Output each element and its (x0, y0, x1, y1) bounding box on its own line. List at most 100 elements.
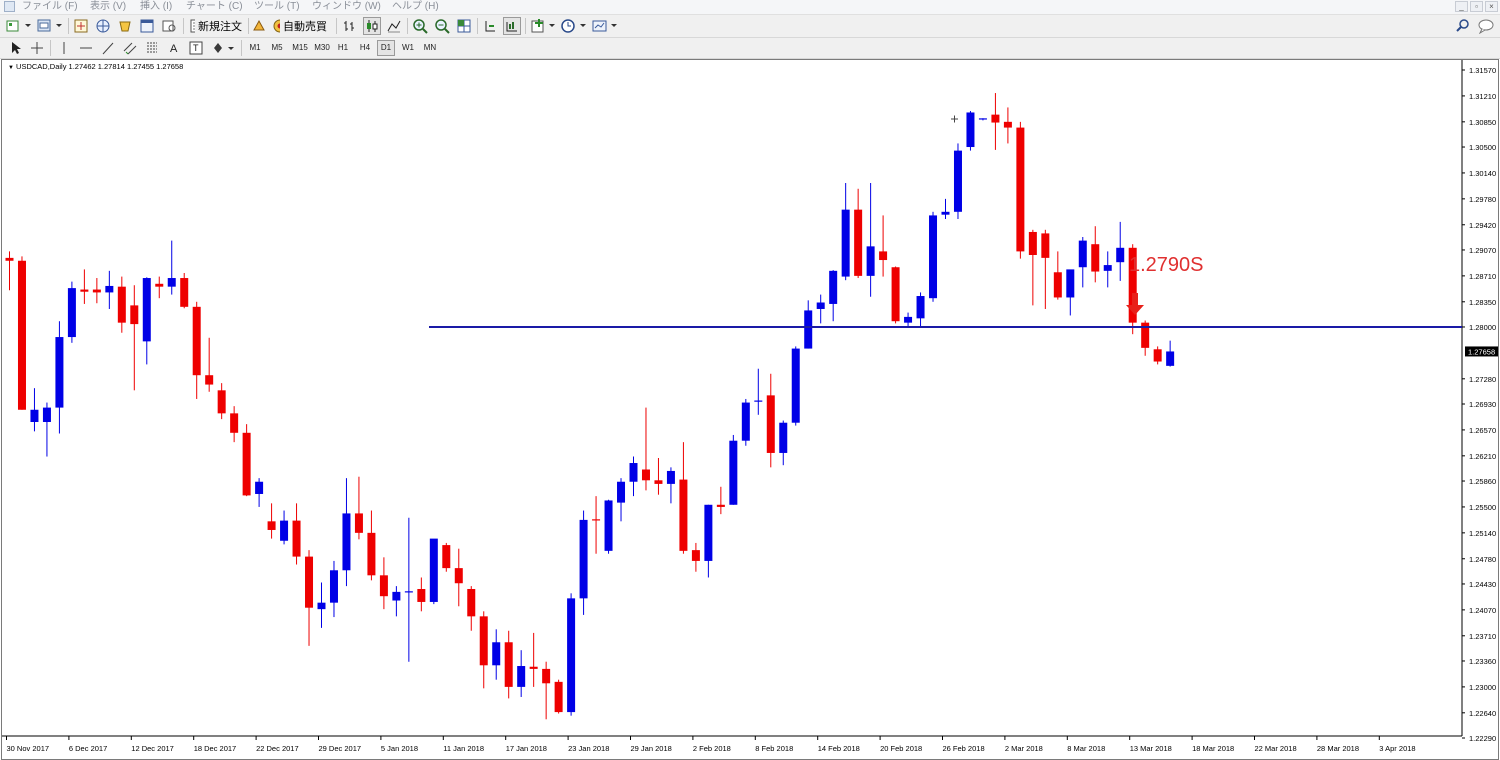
date-axis-label: 5 Jan 2018 (381, 744, 418, 753)
menu-help[interactable]: ヘルプ (H) (392, 0, 439, 14)
current-price-label: 1.27658 (1468, 347, 1495, 356)
candle-body (192, 306, 201, 376)
zoom-out-icon[interactable] (433, 17, 451, 35)
candle-body (729, 440, 738, 505)
price-axis-label: 1.27280 (1469, 375, 1496, 384)
timeframe-d1[interactable]: D1 (377, 40, 395, 56)
candle-body (429, 538, 438, 602)
timeframe-m5[interactable]: M5 (268, 40, 286, 56)
cursor-icon[interactable] (7, 39, 23, 57)
timeframe-h4[interactable]: H4 (356, 40, 374, 56)
timeframe-h1[interactable]: H1 (334, 40, 352, 56)
indicators-icon[interactable] (529, 17, 557, 35)
metaeditor-icon[interactable] (251, 17, 267, 35)
candle-body (454, 568, 463, 584)
candle-body (205, 375, 214, 385)
crosshair-icon[interactable] (29, 39, 45, 57)
data-window-icon[interactable] (116, 17, 134, 35)
text-label-icon[interactable]: T (188, 39, 204, 57)
candle-body (916, 296, 925, 319)
auto-trading-button[interactable]: 自動売買 (270, 17, 330, 35)
app-icon (4, 1, 15, 12)
price-axis-label: 1.30140 (1469, 169, 1496, 178)
new-order-button[interactable]: 新規注文 (187, 17, 245, 35)
candle-body (467, 588, 476, 617)
timeframe-m1[interactable]: M1 (246, 40, 264, 56)
fibonacci-icon[interactable] (144, 39, 160, 57)
restore-icon[interactable]: ▫ (1470, 1, 1483, 12)
candle-body (5, 257, 14, 261)
candle-body (542, 668, 551, 684)
arrows-icon[interactable] (210, 39, 236, 57)
market-watch-icon[interactable] (72, 17, 90, 35)
candle-body (1091, 244, 1100, 272)
candle-body (1166, 351, 1175, 366)
line-chart-icon[interactable] (385, 17, 403, 35)
menu-view[interactable]: 表示 (V) (90, 0, 126, 14)
candle-body (267, 521, 276, 530)
timeframe-mn[interactable]: MN (420, 40, 440, 56)
candle-body (504, 642, 513, 687)
zoom-in-icon[interactable] (411, 17, 429, 35)
candlestick-chart-icon[interactable] (363, 17, 381, 35)
candle-body (42, 407, 51, 422)
strategy-tester-icon[interactable] (160, 17, 178, 35)
candle-body (716, 504, 725, 507)
minimize-icon[interactable]: _ (1455, 1, 1468, 12)
price-axis-label: 1.23360 (1469, 657, 1496, 666)
date-axis-label: 29 Dec 2017 (319, 744, 362, 753)
menu-file[interactable]: ファイル (F) (22, 0, 78, 14)
price-axis-label: 1.26930 (1469, 400, 1496, 409)
menu-insert[interactable]: 挿入 (I) (140, 0, 172, 14)
candle-body (130, 305, 139, 325)
candle-body (691, 550, 700, 561)
candle-body (779, 422, 788, 453)
tile-windows-icon[interactable] (455, 17, 473, 35)
navigator-icon[interactable] (94, 17, 112, 35)
timeframe-m15[interactable]: M15 (289, 40, 311, 56)
text-icon[interactable]: A (166, 39, 182, 57)
candle-body (1028, 231, 1037, 255)
profiles-icon[interactable] (36, 17, 64, 35)
close-icon[interactable]: × (1485, 1, 1498, 12)
menu-chart[interactable]: チャート (C) (186, 0, 243, 14)
chart-shift-icon[interactable] (481, 17, 499, 35)
candle-body (804, 310, 813, 349)
new-chart-icon[interactable] (5, 17, 33, 35)
price-axis-label: 1.23000 (1469, 683, 1496, 692)
search-icon[interactable] (1454, 17, 1472, 35)
bar-chart-icon[interactable] (341, 17, 359, 35)
equidistant-channel-icon[interactable] (122, 39, 138, 57)
trendline-icon[interactable] (100, 39, 116, 57)
price-chart[interactable]: 1.31570 1.31210 1.30850 1.30500 1.30140 1.297… (2, 60, 1498, 759)
date-axis-label: 22 Dec 2017 (256, 744, 299, 753)
svg-text:T: T (193, 43, 199, 53)
vertical-line-icon[interactable] (56, 39, 72, 57)
candle-body (367, 532, 376, 576)
menu-tools[interactable]: ツール (T) (254, 0, 300, 14)
periods-icon[interactable] (560, 17, 588, 35)
templates-icon[interactable] (591, 17, 619, 35)
timeframe-m30[interactable]: M30 (311, 40, 333, 56)
candle-body (1003, 121, 1012, 128)
menu-window[interactable]: ウィンドウ (W) (312, 0, 381, 14)
symbol-info-text: USDCAD,Daily 1.27462 1.27814 1.27455 1.2… (16, 62, 184, 71)
candle-body (442, 545, 451, 569)
candle-body (679, 479, 688, 551)
candle-body (67, 288, 76, 338)
candle-body (292, 520, 301, 557)
candle-body (117, 286, 126, 323)
candle-body (904, 316, 913, 323)
terminal-icon[interactable] (138, 17, 156, 35)
horizontal-line-icon[interactable] (78, 39, 94, 57)
chat-icon[interactable] (1476, 17, 1496, 35)
candle-body (1078, 240, 1087, 268)
date-axis-label: 23 Jan 2018 (568, 744, 609, 753)
chart-window[interactable]: 1.31570 1.31210 1.30850 1.30500 1.30140 1.297… (1, 59, 1499, 760)
timeframe-w1[interactable]: W1 (399, 40, 417, 56)
auto-scroll-icon[interactable] (503, 17, 521, 35)
candle-body (379, 575, 388, 597)
price-axis-label: 1.28710 (1469, 272, 1496, 281)
candle-body (529, 666, 538, 669)
candle-body (654, 480, 663, 484)
